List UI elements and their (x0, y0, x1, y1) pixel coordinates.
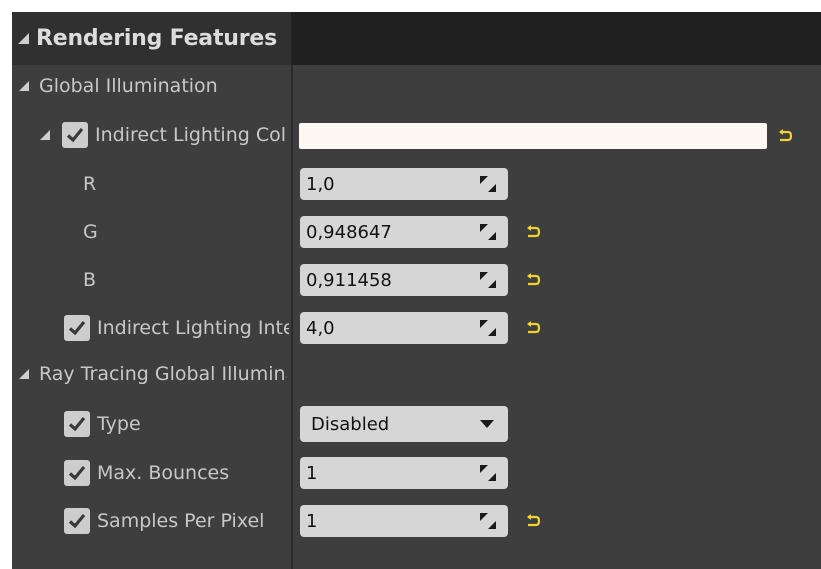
category-label: Ray Tracing Global Illumination (39, 363, 287, 385)
property-g: G 0,948647 (12, 211, 821, 253)
reset-to-default-icon[interactable] (525, 320, 541, 336)
property-label: Type (97, 413, 141, 435)
drag-spinner-icon[interactable] (478, 174, 498, 194)
checkmark-icon (68, 320, 86, 336)
property-indirect-lighting-color: Indirect Lighting Color (12, 114, 821, 156)
override-checkbox[interactable] (64, 460, 90, 486)
property-label: Max. Bounces (97, 462, 230, 484)
color-swatch[interactable] (299, 123, 767, 149)
reset-to-default-icon[interactable] (777, 128, 793, 144)
b-value-field[interactable]: 0,911458 (300, 264, 508, 296)
property-type: Type Disabled (12, 403, 821, 445)
checkmark-icon (68, 416, 86, 432)
reset-to-default-icon[interactable] (525, 272, 541, 288)
category-label: Global Illumination (39, 75, 218, 97)
reset-to-default-icon[interactable] (525, 513, 541, 529)
property-samples-per-pixel: Samples Per Pixel 1 (12, 500, 821, 542)
property-r: R 1,0 (12, 163, 821, 205)
checkmark-icon (68, 465, 86, 481)
rendering-features-header[interactable]: Rendering Features (12, 12, 291, 65)
type-dropdown[interactable]: Disabled (300, 406, 508, 442)
property-label: Indirect Lighting Color (95, 124, 286, 146)
triangle-expanded-icon[interactable] (19, 369, 29, 379)
header-title: Rendering Features (36, 26, 277, 51)
category-ray-tracing-gi[interactable]: Ray Tracing Global Illumination (12, 353, 821, 395)
category-global-illumination[interactable]: Global Illumination (12, 65, 821, 107)
reset-to-default-icon[interactable] (525, 224, 541, 240)
drag-spinner-icon[interactable] (478, 511, 498, 531)
checkmark-icon (68, 513, 86, 529)
override-checkbox[interactable] (64, 315, 90, 341)
chevron-down-icon (480, 420, 494, 428)
panel-header: Rendering Features (12, 12, 821, 65)
r-label: R (83, 173, 97, 195)
b-label: B (83, 269, 97, 291)
property-label: Samples Per Pixel (97, 510, 265, 532)
r-value-field[interactable]: 1,0 (300, 168, 508, 200)
drag-spinner-icon[interactable] (478, 270, 498, 290)
property-indirect-lighting-intensity: Indirect Lighting Intensity 4,0 (12, 307, 821, 349)
samples-per-pixel-field[interactable]: 1 (300, 505, 508, 537)
drag-spinner-icon[interactable] (478, 318, 498, 338)
override-checkbox[interactable] (64, 508, 90, 534)
override-checkbox[interactable] (64, 411, 90, 437)
intensity-value-field[interactable]: 4,0 (300, 312, 508, 344)
g-label: G (83, 221, 98, 243)
triangle-expanded-icon[interactable] (40, 130, 50, 140)
max-bounces-field[interactable]: 1 (300, 457, 508, 489)
details-panel: Rendering Features Global Illumination I… (12, 12, 821, 569)
property-label: Indirect Lighting Intensity (97, 317, 289, 339)
override-checkbox[interactable] (62, 122, 88, 148)
triangle-expanded-icon[interactable] (19, 81, 29, 91)
drag-spinner-icon[interactable] (478, 463, 498, 483)
checkmark-icon (66, 127, 84, 143)
drag-spinner-icon[interactable] (478, 222, 498, 242)
property-b: B 0,911458 (12, 259, 821, 301)
g-value-field[interactable]: 0,948647 (300, 216, 508, 248)
triangle-expanded-icon[interactable] (18, 33, 29, 44)
property-max-bounces: Max. Bounces 1 (12, 452, 821, 494)
